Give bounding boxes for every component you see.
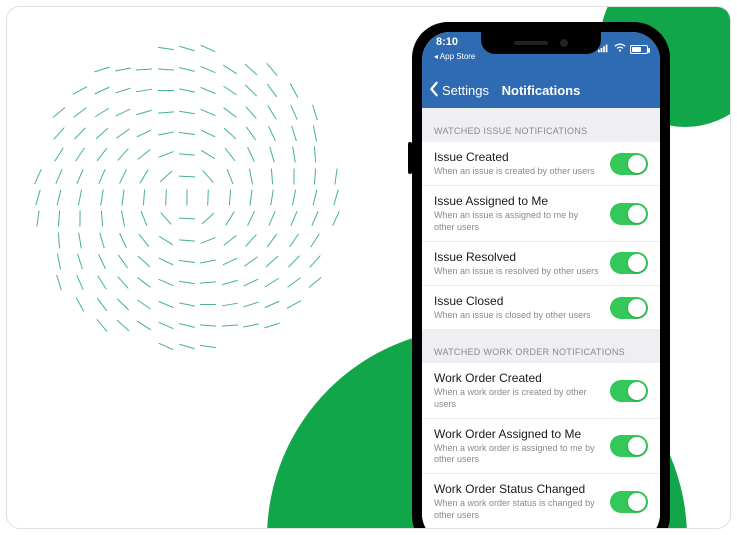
settings-row-desc: When a work order status is changed by o… [434,498,600,521]
settings-row-title: Work Order Created [434,371,600,385]
settings-row-text: Issue Assigned to Me When an issue is ass… [434,194,600,233]
settings-row-title: Issue Assigned to Me [434,194,600,208]
settings-list[interactable]: WATCHED ISSUE NOTIFICATIONS Issue Created… [422,108,660,529]
battery-icon [630,45,648,54]
settings-row-desc: When a work order is created by other us… [434,387,600,410]
settings-row-title: Work Order Assigned to Me [434,427,600,441]
status-indicators [598,40,648,58]
toggle-switch[interactable] [610,297,648,319]
section-group: Issue Created When an issue is created by… [422,142,660,329]
settings-row-title: Work Order Status Changed [434,482,600,496]
settings-row: Work Order Status Changed When a work ord… [422,474,660,529]
toggle-knob [628,205,646,223]
settings-row-text: Issue Closed When an issue is closed by o… [434,294,600,321]
settings-row: Issue Resolved When an issue is resolved … [422,242,660,286]
phone-frame: 8:10 ◂ App Store Setting [412,22,670,529]
toggle-knob [628,254,646,272]
marketing-card: 8:10 ◂ App Store Setting [6,6,731,529]
toggle-switch[interactable] [610,203,648,225]
toggle-knob [628,382,646,400]
chevron-left-icon [428,81,440,100]
status-time: 8:10 [436,36,458,48]
phone-notch [481,32,601,54]
section-group: Work Order Created When a work order is c… [422,363,660,529]
settings-row-title: Issue Closed [434,294,600,308]
settings-row-desc: When an issue is created by other users [434,166,600,177]
settings-row: Work Order Assigned to Me When a work ord… [422,419,660,475]
settings-row-title: Issue Resolved [434,250,600,264]
toggle-switch[interactable] [610,252,648,274]
settings-row-text: Issue Created When an issue is created by… [434,150,600,177]
toggle-knob [628,155,646,173]
phone-screen: 8:10 ◂ App Store Setting [422,32,660,529]
settings-row-desc: When an issue is assigned to me by other… [434,210,600,233]
settings-row-text: Work Order Created When a work order is c… [434,371,600,410]
back-button[interactable]: Settings [422,81,489,100]
toggle-switch[interactable] [610,380,648,402]
settings-row-title: Issue Created [434,150,600,164]
nav-bar: Settings Notifications [422,72,660,108]
toggle-knob [628,493,646,511]
section-header: WATCHED WORK ORDER NOTIFICATIONS [422,329,660,363]
settings-row-text: Work Order Assigned to Me When a work ord… [434,427,600,466]
settings-row-text: Issue Resolved When an issue is resolved … [434,250,600,277]
back-label: Settings [442,83,489,98]
settings-row: Issue Closed When an issue is closed by o… [422,286,660,329]
settings-row-desc: When an issue is closed by other users [434,310,600,321]
toggle-knob [628,437,646,455]
settings-row: Work Order Created When a work order is c… [422,363,660,419]
section-header: WATCHED ISSUE NOTIFICATIONS [422,108,660,142]
toggle-knob [628,299,646,317]
toggle-switch[interactable] [610,153,648,175]
settings-row: Issue Created When an issue is created by… [422,142,660,186]
wifi-icon [614,40,626,58]
settings-row-text: Work Order Status Changed When a work ord… [434,482,600,521]
settings-row-desc: When an issue is resolved by other users [434,266,600,277]
settings-row: Issue Assigned to Me When an issue is ass… [422,186,660,242]
decor-dash-field [27,37,347,357]
toggle-switch[interactable] [610,435,648,457]
toggle-switch[interactable] [610,491,648,513]
settings-row-desc: When a work order is assigned to me by o… [434,443,600,466]
status-app-store-back[interactable]: ◂ App Store [434,52,475,61]
